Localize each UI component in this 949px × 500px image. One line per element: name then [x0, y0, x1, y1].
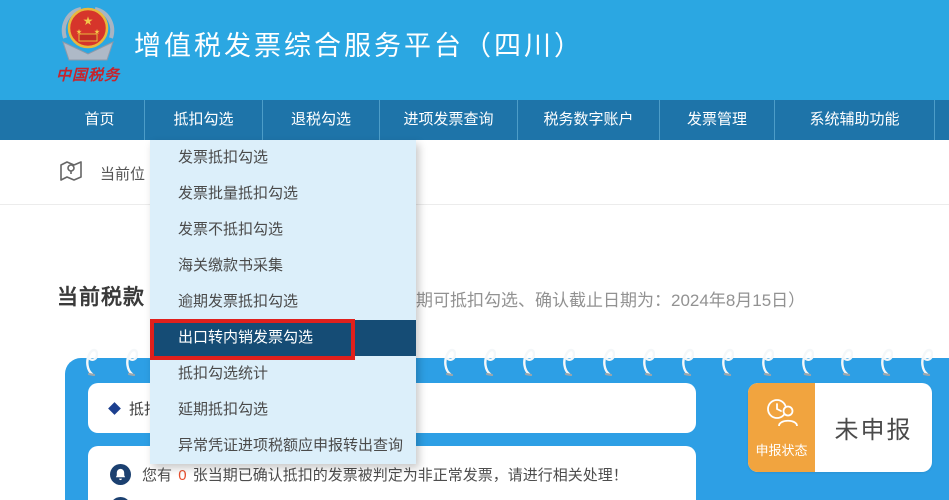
menu-item-invoice-batch-deduction-check[interactable]: 发票批量抵扣勾选: [150, 176, 416, 212]
notice-row-partial: [110, 485, 696, 500]
abnormal-invoice-count: 0: [176, 467, 188, 484]
current-tax-period-heading: 当前税款: [57, 281, 145, 311]
status-badge-label: 申报状态: [755, 440, 807, 459]
menu-item-invoice-no-deduction-check[interactable]: 发票不抵扣勾选: [150, 212, 416, 248]
notice-row: 您有 0 张当期已确认抵扣的发票被判定为非正常发票，请进行相关处理！: [110, 464, 696, 485]
menu-item-customs-payment-collection[interactable]: 海关缴款书采集: [150, 248, 416, 284]
nav-item-tax-digital-account[interactable]: 税务数字账户: [518, 100, 660, 140]
bell-icon: [110, 464, 131, 485]
menu-item-abnormal-voucher-transfer-query[interactable]: 异常凭证进项税额应申报转出查询: [150, 428, 416, 464]
menu-item-deferred-deduction-check[interactable]: 延期抵扣勾选: [150, 392, 416, 428]
divider: [0, 204, 949, 205]
nav-item-home[interactable]: 首页: [0, 100, 145, 140]
app-header: ★ ★ ★ 中国税务 增值税发票综合服务平台（四川）: [0, 0, 949, 100]
status-value: 未申报: [815, 383, 932, 472]
declaration-status-card: 申报状态 未申报: [748, 383, 932, 472]
nav-item-system-auxiliary[interactable]: 系统辅助功能: [775, 100, 935, 140]
breadcrumb: 当前位: [58, 158, 145, 188]
menu-item-overdue-invoice-deduction-check[interactable]: 逾期发票抵扣勾选: [150, 284, 416, 320]
nav-item-tax-refund-check[interactable]: 退税勾选: [263, 100, 380, 140]
menu-item-export-to-domestic-invoice-check[interactable]: 出口转内销发票勾选: [150, 320, 416, 356]
nav-item-input-invoice-query[interactable]: 进项发票查询: [380, 100, 518, 140]
clock-person-icon: [765, 397, 799, 434]
map-location-icon: [58, 158, 84, 188]
nav-item-deduction-check[interactable]: 抵扣勾选: [145, 100, 263, 140]
app-window: ★ ★ ★ 中国税务 增值税发票综合服务平台（四川） 首页 抵扣勾选 退税勾选 …: [0, 0, 949, 500]
national-emblem-icon: ★ ★ ★: [55, 4, 121, 66]
nav-item-invoice-management[interactable]: 发票管理: [660, 100, 775, 140]
deduction-check-dropdown-menu: 发票抵扣勾选 发票批量抵扣勾选 发票不抵扣勾选 海关缴款书采集 逾期发票抵扣勾选…: [150, 140, 416, 464]
main-nav: 首页 抵扣勾选 退税勾选 进项发票查询 税务数字账户 发票管理 系统辅助功能: [0, 100, 949, 140]
menu-item-invoice-deduction-check[interactable]: 发票抵扣勾选: [150, 140, 416, 176]
tax-bureau-logo: ★ ★ ★ 中国税务: [46, 4, 130, 98]
page-title: 增值税发票综合服务平台（四川）: [134, 24, 584, 63]
breadcrumb-label: 当前位: [100, 163, 145, 184]
diamond-bullet-icon: [108, 402, 121, 415]
logo-text: 中国税务: [56, 64, 120, 85]
notice-text: 您有 0 张当期已确认抵扣的发票被判定为非正常发票，请进行相关处理！: [142, 464, 628, 485]
menu-item-deduction-check-statistics[interactable]: 抵扣勾选统计: [150, 356, 416, 392]
declaration-status-badge: 申报状态: [748, 383, 815, 472]
svg-text:★: ★: [83, 14, 94, 28]
deadline-text: 期可抵扣勾选、确认截止日期为：2024年8月15日）: [416, 286, 805, 311]
